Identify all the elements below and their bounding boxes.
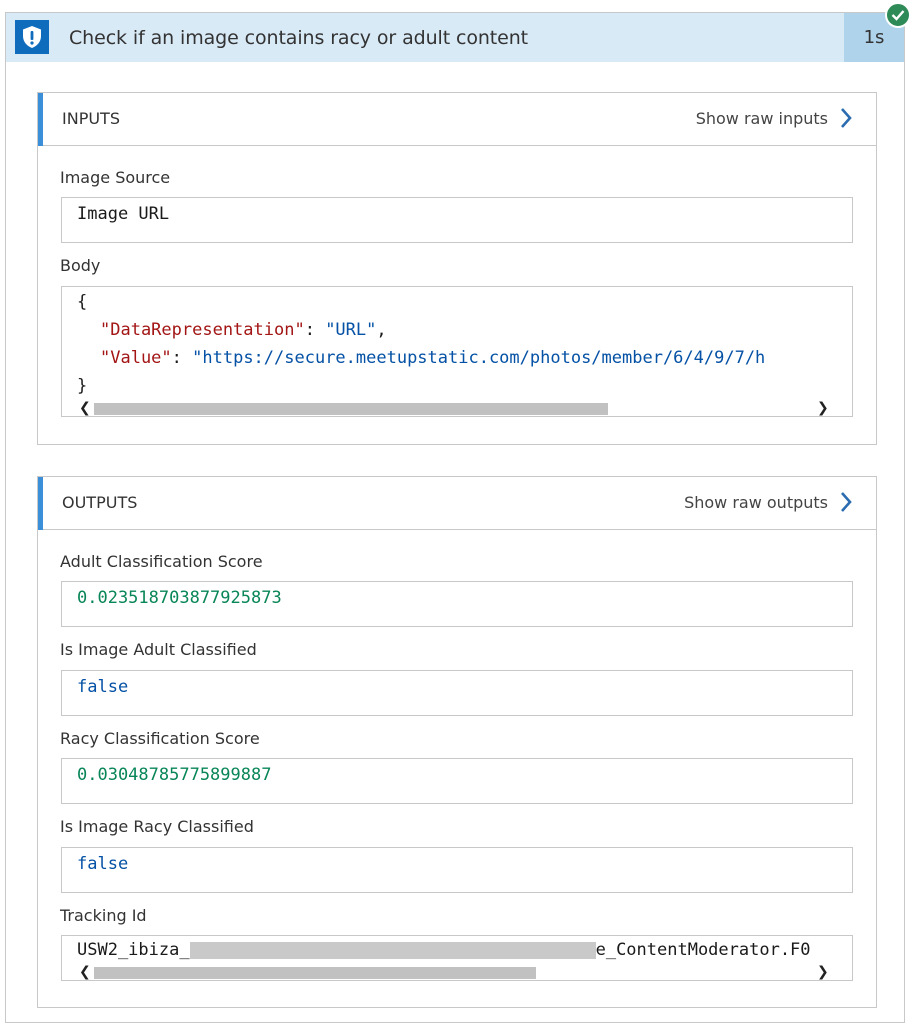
section-accent-bar xyxy=(38,93,43,146)
section-accent-bar xyxy=(38,477,43,530)
tracking-id-field[interactable]: USW2_ibiza_ e_ContentModerator.F0 ❮ ❯ xyxy=(61,935,853,981)
scroll-right-icon[interactable]: ❯ xyxy=(817,964,829,980)
body-label: Body xyxy=(60,256,101,275)
json-key: "Value" xyxy=(100,348,172,368)
adult-score-value: 0.023518703877925873 xyxy=(77,588,282,608)
json-value: "https://secure.meetupstatic.com/photos/… xyxy=(192,348,766,368)
racy-score-value: 0.03048785775899887 xyxy=(77,765,272,785)
scrollbar-thumb[interactable] xyxy=(94,967,536,979)
show-raw-outputs-label: Show raw outputs xyxy=(684,492,828,512)
json-close-brace: } xyxy=(77,376,88,396)
tracking-id-suffix: e_ContentModerator.F0 xyxy=(595,940,811,960)
tracking-horizontal-scrollbar[interactable]: ❮ ❯ xyxy=(62,964,852,980)
json-value: "URL" xyxy=(325,320,377,340)
image-source-field[interactable]: Image URL xyxy=(61,197,853,243)
outputs-section: OUTPUTS Show raw outputs Adult Classific… xyxy=(37,476,877,1008)
is-adult-field[interactable]: false xyxy=(61,670,853,716)
tracking-id-prefix: USW2_ibiza_ xyxy=(77,940,190,960)
inputs-title: INPUTS xyxy=(62,109,120,128)
is-adult-value: false xyxy=(77,677,129,697)
body-field[interactable]: { "DataRepresentation": "URL", "Value": … xyxy=(61,286,853,417)
inputs-section: INPUTS Show raw inputs Image Source Imag… xyxy=(37,92,877,445)
is-adult-label: Is Image Adult Classified xyxy=(60,640,257,659)
tracking-id-value: USW2_ibiza_ e_ContentModerator.F0 xyxy=(77,940,811,960)
scrollbar-thumb[interactable] xyxy=(94,403,608,415)
json-key: "DataRepresentation" xyxy=(100,320,305,340)
action-card: Check if an image contains racy or adult… xyxy=(5,12,905,1023)
is-racy-field[interactable]: false xyxy=(61,847,853,893)
adult-score-label: Adult Classification Score xyxy=(60,552,263,571)
scroll-right-icon[interactable]: ❯ xyxy=(817,400,829,416)
show-raw-inputs-label: Show raw inputs xyxy=(695,108,828,128)
show-raw-inputs-link[interactable]: Show raw inputs xyxy=(696,107,852,129)
check-icon xyxy=(885,2,911,28)
json-line-data-representation: "DataRepresentation": "URL", xyxy=(100,320,387,340)
scroll-left-icon[interactable]: ❮ xyxy=(79,964,91,980)
is-racy-value: false xyxy=(77,854,129,874)
adult-score-field[interactable]: 0.023518703877925873 xyxy=(61,581,853,627)
image-source-value: Image URL xyxy=(77,204,170,224)
show-raw-outputs-link[interactable]: Show raw outputs xyxy=(684,491,852,513)
shield-exclamation-icon xyxy=(15,20,49,54)
chevron-right-icon xyxy=(841,492,852,512)
json-open-brace: { xyxy=(77,292,88,312)
scroll-left-icon[interactable]: ❮ xyxy=(79,400,91,416)
action-title: Check if an image contains racy or adult… xyxy=(69,27,529,49)
redacted-region xyxy=(189,941,596,959)
json-line-value: "Value": "https://secure.meetupstatic.co… xyxy=(100,348,766,368)
image-source-label: Image Source xyxy=(60,168,171,187)
tracking-id-label: Tracking Id xyxy=(60,906,147,925)
racy-score-label: Racy Classification Score xyxy=(60,729,260,748)
action-header[interactable]: Check if an image contains racy or adult… xyxy=(6,13,904,62)
is-racy-label: Is Image Racy Classified xyxy=(60,817,254,836)
chevron-right-icon xyxy=(841,108,852,128)
racy-score-field[interactable]: 0.03048785775899887 xyxy=(61,758,853,804)
outputs-title: OUTPUTS xyxy=(62,493,138,512)
outputs-section-header: OUTPUTS Show raw outputs xyxy=(38,477,876,530)
body-horizontal-scrollbar[interactable]: ❮ ❯ xyxy=(62,400,852,416)
inputs-section-header: INPUTS Show raw inputs xyxy=(38,93,876,146)
